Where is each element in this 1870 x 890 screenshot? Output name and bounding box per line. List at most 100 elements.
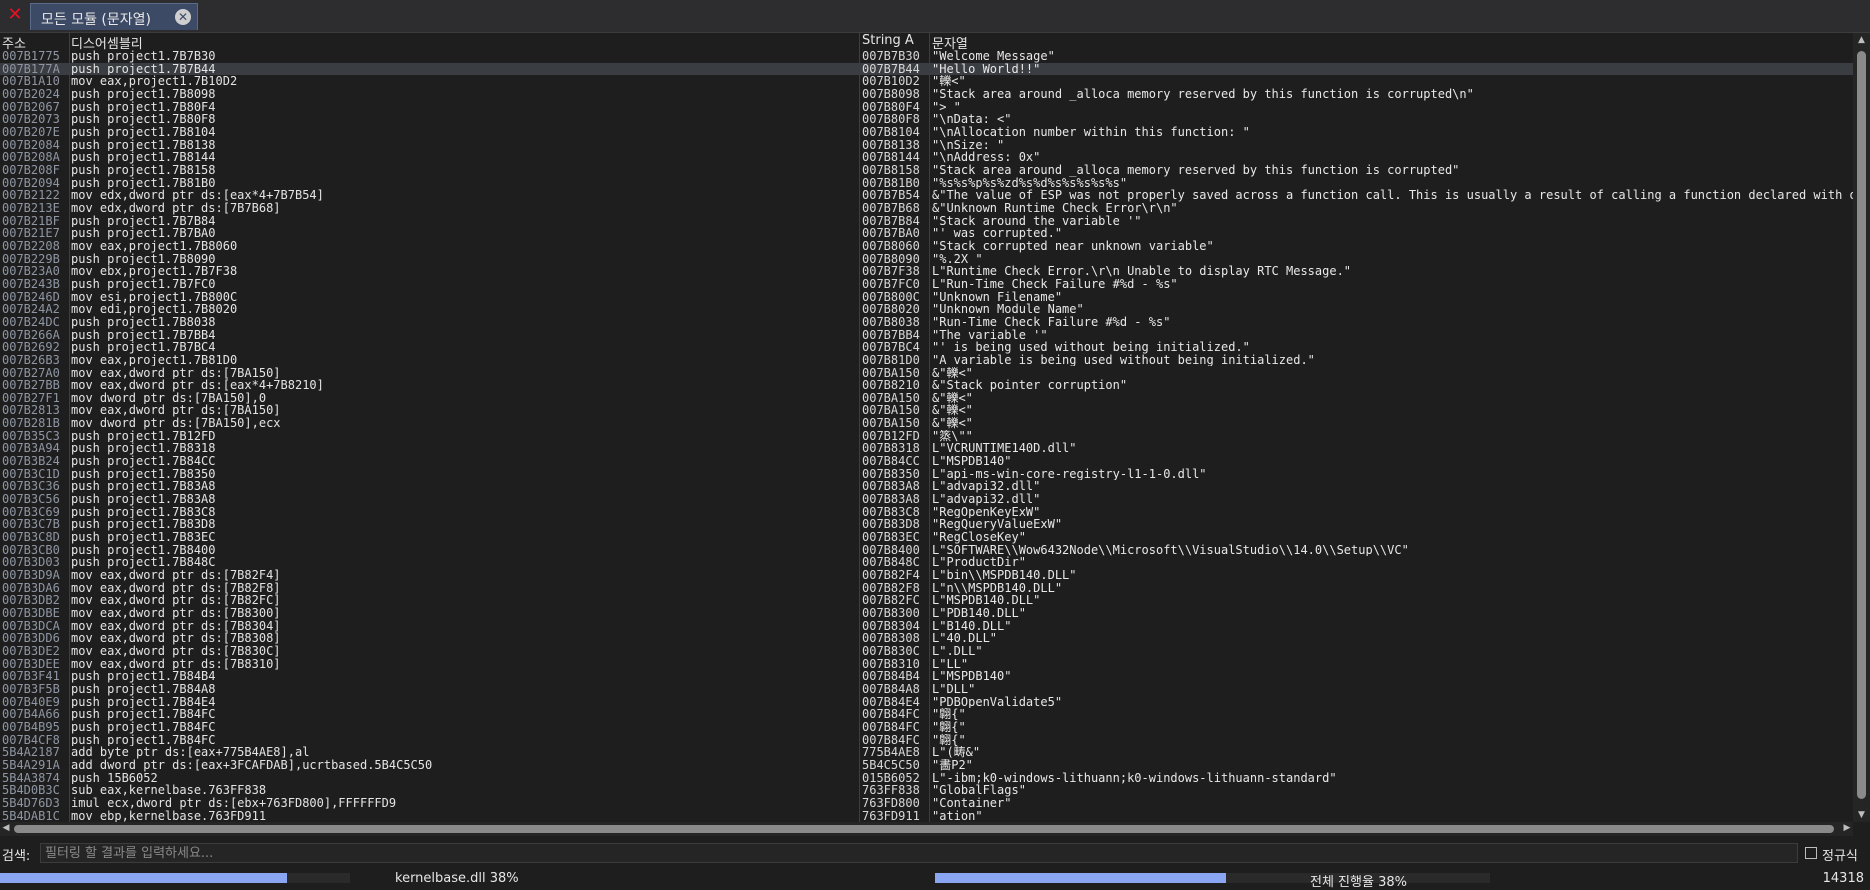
table-row[interactable]: 007B21E7 push project1.7B7BA0 007B7BA0 "' w… — [0, 227, 1853, 240]
scroll-left-arrow-icon[interactable]: ◀ — [0, 823, 12, 833]
circle-close-icon[interactable]: ✕ — [175, 9, 191, 25]
row-disassembly: mov dword ptr ds:[7BA150],0 — [71, 391, 267, 405]
horizontal-scrollbar[interactable]: ◀ ▶ — [0, 822, 1853, 836]
row-address: 007B4CF8 — [2, 733, 60, 747]
table-row[interactable]: 007B3C69 push project1.7B83C8 007B83C8 "Reg… — [0, 506, 1853, 519]
table-row[interactable]: 007B229B push project1.7B8090 007B8090 "%.2… — [0, 253, 1853, 266]
table-row[interactable]: 007B207E push project1.7B8104 007B8104 "\nA… — [0, 126, 1853, 139]
table-row[interactable]: 007B2813 mov eax,dword ptr ds:[7BA150] 007… — [0, 404, 1853, 417]
table-row[interactable]: 007B27BB mov eax,dword ptr ds:[eax*4+7B82… — [0, 379, 1853, 392]
table-row[interactable]: 007B3F5B push project1.7B84A8 007B84A8 L"DL… — [0, 683, 1853, 696]
table-row[interactable]: 5B4D0B3C sub eax,kernelbase.763FF838 763FF… — [0, 784, 1853, 797]
row-string-address: 007B8098 — [862, 87, 920, 101]
table-row[interactable]: 007B3DD6 mov eax,dword ptr ds:[7B8308] 007… — [0, 632, 1853, 645]
table-row[interactable]: 007B208F push project1.7B8158 007B8158 "Sta… — [0, 164, 1853, 177]
row-string-address: 007B8158 — [862, 163, 920, 177]
table-row[interactable]: 007B208A push project1.7B8144 007B8144 "\nA… — [0, 151, 1853, 164]
table-row[interactable]: 007B1A10 mov eax,project1.7B10D2 007B10D2 "… — [0, 75, 1853, 88]
table-row[interactable]: 007B2024 push project1.7B8098 007B8098 "Sta… — [0, 88, 1853, 101]
table-row[interactable]: 007B24A2 mov edi,project1.7B8020 007B8020 "… — [0, 303, 1853, 316]
table-row[interactable]: 007B2084 push project1.7B8138 007B8138 "\nS… — [0, 139, 1853, 152]
table-row[interactable]: 007B3DBE mov eax,dword ptr ds:[7B8300] 007… — [0, 607, 1853, 620]
column-header-string-address[interactable]: String A — [862, 33, 914, 48]
scroll-up-arrow-icon[interactable]: ▲ — [1853, 35, 1870, 45]
row-disassembly: push project1.7B80F8 — [71, 113, 216, 126]
table-row[interactable]: 007B27A0 mov eax,dword ptr ds:[7BA150] 007… — [0, 367, 1853, 380]
row-disassembly: mov eax,dword ptr ds:[7BA150] — [71, 404, 281, 418]
row-address: 007B3DD6 — [2, 632, 60, 646]
table-row[interactable]: 5B4DAB1C mov ebp,kernelbase.763FD911 763FD… — [0, 810, 1853, 822]
table-row[interactable]: 007B2067 push project1.7B80F4 007B80F4 "> " — [0, 101, 1853, 114]
tab-all-modules-strings[interactable]: 모든 모듈 (문자열) ✕ — [30, 3, 198, 30]
table-row[interactable]: 007B3DB2 mov eax,dword ptr ds:[7B82FC] 007… — [0, 594, 1853, 607]
row-string: L"advapi32.dll" — [932, 493, 1041, 506]
row-disassembly: push project1.7B8158 — [71, 163, 216, 177]
table-row[interactable]: 007B266A push project1.7B7BB4 007B7BB4 "The… — [0, 329, 1853, 342]
table-row[interactable]: 007B27F1 mov dword ptr ds:[7BA150],0 007BA… — [0, 392, 1853, 405]
table-row[interactable]: 5B4D76D3 imul ecx,dword ptr ds:[ebx+763FD… — [0, 797, 1853, 810]
table-row[interactable]: 007B2122 mov edx,dword ptr ds:[eax*4+7B7B… — [0, 189, 1853, 202]
table-row[interactable]: 007B2094 push project1.7B81B0 007B81B0 "%s%… — [0, 177, 1853, 190]
table-row[interactable]: 007B3C8D push project1.7B83EC 007B83EC "Reg… — [0, 531, 1853, 544]
scroll-down-arrow-icon[interactable]: ▼ — [1853, 810, 1870, 820]
table-row[interactable]: 007B3C7B push project1.7B83D8 007B83D8 "Reg… — [0, 518, 1853, 531]
table-row[interactable]: 5B4A3874 push 15B6052 015B6052 L"-ibm;k0-wi… — [0, 772, 1853, 785]
row-address: 007B281B — [2, 417, 60, 430]
table-row[interactable]: 007B3DA6 mov eax,dword ptr ds:[7B82F8] 007… — [0, 582, 1853, 595]
table-row[interactable]: 007B26B3 mov eax,project1.7B81D0 007B81D0 "… — [0, 354, 1853, 367]
table-row[interactable]: 007B2692 push project1.7B7BC4 007B7BC4 "' i… — [0, 341, 1853, 354]
table-row[interactable]: 007B281B mov dword ptr ds:[7BA150],ecx 007… — [0, 417, 1853, 430]
row-disassembly: push project1.7B84E4 — [71, 695, 216, 709]
strings-table[interactable]: 007B1775 push project1.7B7B30 007B7B30 "Wel… — [0, 50, 1853, 822]
row-string: L"bin\\MSPDB140.DLL" — [932, 569, 1077, 582]
table-row[interactable]: 007B243B push project1.7B7FC0 007B7FC0 L"Ru… — [0, 278, 1853, 291]
row-disassembly: push project1.7B84A8 — [71, 683, 216, 696]
table-row[interactable]: 007B3B24 push project1.7B84CC 007B84CC L"MS… — [0, 455, 1853, 468]
table-row[interactable]: 5B4A2187 add byte ptr ds:[eax+775B4AE8],a… — [0, 746, 1853, 759]
table-row[interactable]: 007B177A push project1.7B7B44 007B7B44 "Hel… — [0, 62, 1853, 76]
table-row[interactable]: 007B2208 mov eax,project1.7B8060 007B8060 "… — [0, 240, 1853, 253]
table-row[interactable]: 007B23A0 mov ebx,project1.7B7F38 007B7F38 L… — [0, 265, 1853, 278]
table-row[interactable]: 007B3F41 push project1.7B84B4 007B84B4 L"MS… — [0, 670, 1853, 683]
table-row[interactable]: 5B4A291A add dword ptr ds:[eax+3FCAFDAB],… — [0, 759, 1853, 772]
table-row[interactable]: 007B3DE2 mov eax,dword ptr ds:[7B830C] 007… — [0, 645, 1853, 658]
table-row[interactable]: 007B4A66 push project1.7B84FC 007B84FC "翺{" — [0, 708, 1853, 721]
search-row: 검색: 정규식 — [0, 840, 1870, 866]
table-row[interactable]: 007B1775 push project1.7B7B30 007B7B30 "Wel… — [0, 50, 1853, 63]
table-row[interactable]: 007B3CB0 push project1.7B8400 007B8400 L"SO… — [0, 544, 1853, 557]
table-row[interactable]: 007B3A94 push project1.7B8318 007B8318 L"VC… — [0, 442, 1853, 455]
vertical-scrollbar[interactable]: ▲ ▼ — [1853, 33, 1870, 822]
regex-checkbox[interactable] — [1805, 847, 1817, 859]
table-row[interactable]: 007B3C56 push project1.7B83A8 007B83A8 L"ad… — [0, 493, 1853, 506]
row-address: 007B3C56 — [2, 493, 60, 506]
table-row[interactable]: 007B4CF8 push project1.7B84FC 007B84FC "翺{" — [0, 734, 1853, 747]
table-row[interactable]: 007B4B95 push project1.7B84FC 007B84FC "翺{" — [0, 721, 1853, 734]
table-row[interactable]: 007B3DCA mov eax,dword ptr ds:[7B8304] 007… — [0, 620, 1853, 633]
table-row[interactable]: 007B35C3 push project1.7B12FD 007B12FD "篜\"… — [0, 430, 1853, 443]
table-row[interactable]: 007B3D03 push project1.7B848C 007B848C L"Pr… — [0, 556, 1853, 569]
table-row[interactable]: 007B24DC push project1.7B8038 007B8038 "Run… — [0, 316, 1853, 329]
horizontal-scroll-thumb[interactable] — [14, 825, 1834, 833]
table-row[interactable]: 007B3D9A mov eax,dword ptr ds:[7B82F4] 007… — [0, 569, 1853, 582]
table-row[interactable]: 007B21BF push project1.7B7B84 007B7B84 "Sta… — [0, 215, 1853, 228]
table-row[interactable]: 007B213E mov edx,dword ptr ds:[7B7B68] 007… — [0, 202, 1853, 215]
filter-input[interactable] — [40, 843, 1798, 863]
table-row[interactable]: 007B3DEE mov eax,dword ptr ds:[7B8310] 007… — [0, 658, 1853, 671]
scroll-right-arrow-icon[interactable]: ▶ — [1841, 823, 1853, 833]
row-disassembly: mov eax,dword ptr ds:[eax*4+7B8210] — [71, 379, 324, 392]
table-row[interactable]: 007B246D mov esi,project1.7B800C 007B800C "… — [0, 291, 1853, 304]
row-string: L"advapi32.dll" — [932, 480, 1041, 494]
row-disassembly: push project1.7B83C8 — [71, 505, 216, 519]
regex-label[interactable]: 정규식 — [1822, 845, 1858, 864]
row-address: 007B1A10 — [2, 75, 60, 88]
row-string: L"n\\MSPDB140.DLL" — [932, 581, 1063, 595]
table-row[interactable]: 007B2073 push project1.7B80F8 007B80F8 "\nD… — [0, 113, 1853, 126]
table-row[interactable]: 007B3C36 push project1.7B83A8 007B83A8 L"ad… — [0, 480, 1853, 493]
close-x-icon[interactable]: ✕ — [6, 6, 24, 24]
table-row[interactable]: 007B3C1D push project1.7B8350 007B8350 L"ap… — [0, 468, 1853, 481]
table-row[interactable]: 007B40E9 push project1.7B84E4 007B84E4 "PDB… — [0, 696, 1853, 709]
row-disassembly: push project1.7B7B84 — [71, 214, 216, 228]
vertical-scroll-thumb[interactable] — [1857, 51, 1866, 799]
row-address: 007B27BB — [2, 379, 60, 392]
row-address: 007B3F41 — [2, 670, 60, 683]
